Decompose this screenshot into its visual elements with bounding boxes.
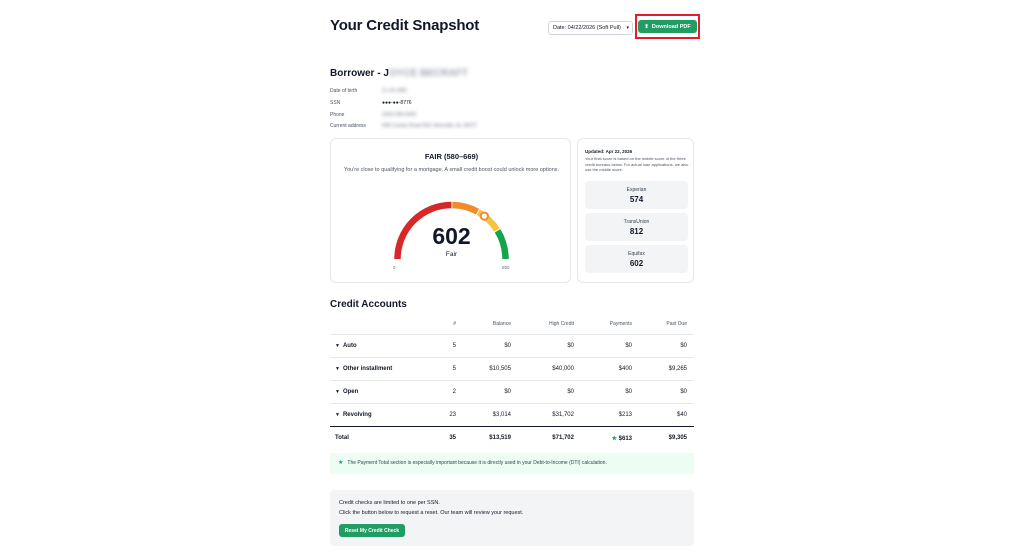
bureau-experian: Experian 574 — [585, 181, 688, 209]
info-value: (420) 936-0420 — [382, 112, 417, 118]
cell-past-due: $0 — [680, 389, 687, 395]
reset-line-1: Credit checks are limited to one per SSN… — [339, 500, 440, 506]
info-label: Current address — [330, 123, 366, 129]
reset-box: Credit checks are limited to one per SSN… — [330, 490, 694, 546]
bureau-card: Updated: Apr 22, 2026 Your final score i… — [577, 138, 694, 283]
bureau-transunion: TransUnion 812 — [585, 213, 688, 241]
star-icon: ★ — [611, 436, 619, 442]
cell-payments: $0 — [625, 389, 632, 395]
triangle-down-icon: ▼ — [335, 366, 340, 372]
date-select[interactable]: Date: 04/22/2026 (Soft Pull) ▾ — [548, 21, 633, 35]
bureau-note: Your final score is based on the middle … — [585, 156, 689, 172]
row-name: ▼ Auto — [335, 343, 357, 349]
download-pdf-button[interactable]: ⬆ Download PDF — [638, 20, 697, 33]
cell-payments: ★ $613 — [611, 436, 632, 442]
info-value: 11-24-1981 — [382, 88, 408, 94]
cell-past-due: $40 — [676, 412, 687, 418]
cell-past-due: $9,305 — [668, 435, 687, 441]
table-row[interactable]: ▼ Auto 5 $0 $0 $0 $0 — [330, 334, 694, 357]
triangle-down-icon: ▼ — [335, 412, 340, 418]
info-label: Phone — [330, 112, 345, 118]
cell-payments: $0 — [625, 343, 632, 349]
score-description: You're close to qualifying for a mortgag… — [343, 167, 560, 173]
cell-count: 5 — [452, 343, 456, 349]
table-row[interactable]: ▼ Other installment 5 $10,505 $40,000 $40… — [330, 357, 694, 380]
scale-max: 850 — [502, 265, 510, 270]
accounts-title: Credit Accounts — [330, 299, 407, 310]
cell-balance: $0 — [504, 389, 511, 395]
reset-credit-check-button[interactable]: Reset My Credit Check — [339, 524, 405, 537]
info-label: Date of birth — [330, 88, 358, 94]
cell-past-due: $9,265 — [668, 366, 687, 372]
bureau-score: 574 — [629, 195, 644, 204]
page-title: Your Credit Snapshot — [330, 17, 480, 34]
cell-count: 2 — [452, 389, 456, 395]
download-pdf-label: Download PDF — [651, 23, 691, 30]
chevron-down-icon: ▾ — [626, 25, 629, 31]
col-header-balance: Balance — [492, 321, 511, 327]
borrower-title: Borrower - JOYCE BECRAFT — [330, 68, 468, 79]
bureau-name: Experian — [626, 187, 647, 193]
bureau-updated: Updated: Apr 22, 2026 — [585, 149, 633, 154]
triangle-down-icon: ▼ — [335, 389, 340, 395]
reset-line-2: Click the button below to request a rese… — [339, 510, 524, 516]
gauge-segment-orange — [452, 201, 480, 215]
cell-high-credit: $0 — [567, 389, 574, 395]
dti-note-text: The Payment Total section is especially … — [347, 460, 607, 466]
bureau-name: Equifax — [628, 251, 645, 257]
cell-count: 35 — [449, 435, 456, 441]
table-row[interactable]: ▼ Open 2 $0 $0 $0 $0 — [330, 380, 694, 403]
info-value: 638 County Road 503, Moreville, AL 35077 — [382, 123, 478, 129]
cell-payments: $400 — [618, 366, 632, 372]
row-name: Total — [335, 435, 349, 441]
info-label: SSN — [330, 100, 341, 106]
score-card: FAIR (580–669) You're close to qualifyin… — [330, 138, 571, 283]
col-header-count: # — [453, 321, 456, 327]
table-row[interactable]: ▼ Revolving 23 $3,014 $31,702 $213 $40 — [330, 403, 694, 426]
cell-balance: $0 — [504, 343, 511, 349]
borrower-title-prefix: Borrower - J — [330, 68, 389, 79]
row-name: ▼ Other installment — [335, 366, 393, 372]
col-header-past-due: Past Due — [666, 321, 687, 327]
cell-high-credit: $71,702 — [552, 435, 574, 441]
score-word: Fair — [445, 251, 458, 258]
cell-balance: $10,505 — [489, 366, 511, 372]
bureau-name: TransUnion — [623, 219, 650, 225]
table-row-total: Total 35 $13,519 $71,702 ★ $613 $9,305 — [330, 426, 694, 449]
cell-balance: $13,519 — [489, 435, 511, 441]
cell-high-credit: $31,702 — [552, 412, 574, 418]
star-icon: ★ — [338, 460, 344, 466]
cell-balance: $3,014 — [492, 412, 511, 418]
col-header-high-credit: High Credit — [548, 321, 574, 327]
gauge-marker — [479, 211, 489, 221]
bureau-equifax: Equifax 602 — [585, 245, 688, 273]
cell-high-credit: $0 — [567, 343, 574, 349]
cell-past-due: $0 — [680, 343, 687, 349]
cell-high-credit: $40,000 — [552, 366, 574, 372]
row-name: ▼ Revolving — [335, 412, 372, 418]
bureau-score: 602 — [629, 259, 644, 268]
date-select-value: Date: 04/22/2026 (Soft Pull) — [553, 25, 621, 31]
triangle-down-icon: ▼ — [335, 343, 340, 349]
bureau-score: 812 — [629, 227, 644, 236]
col-header-payments: Payments — [609, 321, 632, 327]
score-range: FAIR (580–669) — [424, 152, 479, 161]
credit-snapshot-page: Your Credit Snapshot Date: 04/22/2026 (S… — [330, 0, 700, 560]
cell-count: 23 — [449, 412, 456, 418]
cell-payments: $213 — [618, 412, 632, 418]
cell-count: 5 — [452, 366, 456, 372]
download-icon: ⬆ — [644, 23, 649, 30]
row-name: ▼ Open — [335, 389, 359, 395]
scale-min: 0 — [393, 265, 396, 270]
dti-note: ★ The Payment Total section is especially… — [330, 453, 694, 474]
score-value: 602 — [432, 223, 471, 249]
info-value: ●●●-●●-8776 — [382, 100, 412, 106]
borrower-name-redacted: OYCE BECRAFT — [388, 68, 468, 79]
